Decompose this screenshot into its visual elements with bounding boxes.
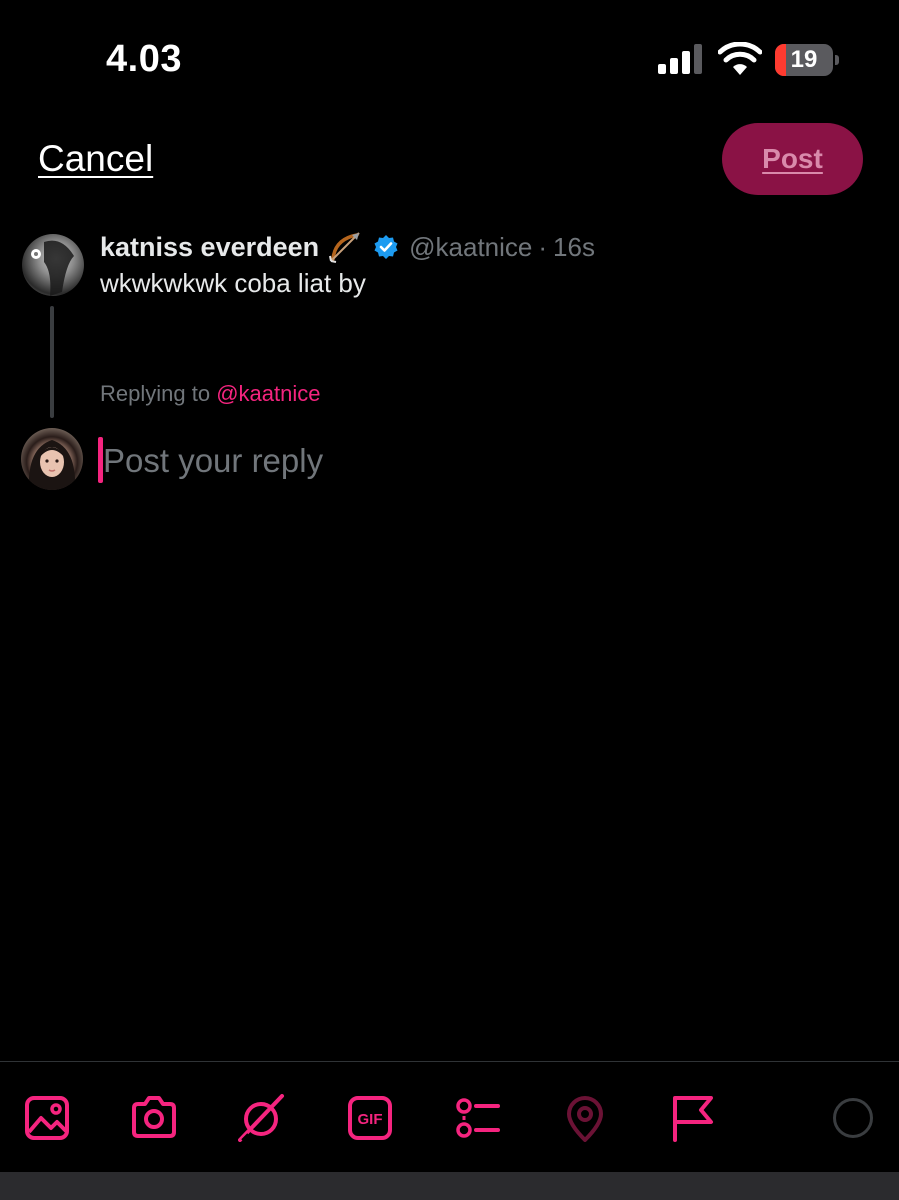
grok-icon[interactable] <box>238 1094 286 1142</box>
verified-badge-icon <box>374 235 398 259</box>
author-avatar[interactable] <box>22 234 84 296</box>
status-time: 4.03 <box>106 38 182 80</box>
composer-toolbar: GIF <box>0 1061 899 1173</box>
replying-to-label: Replying to <box>100 381 211 406</box>
avatar-photo <box>31 240 74 296</box>
location-icon <box>567 1096 603 1142</box>
post-timestamp: 16s <box>553 231 595 262</box>
cellular-signal-icon <box>658 44 702 74</box>
separator-dot: · <box>538 231 548 262</box>
replying-to-handle[interactable]: @kaatnice <box>216 381 320 406</box>
avatar-photo <box>28 440 76 490</box>
thread-line <box>50 306 54 418</box>
post-header: katniss everdeen @kaatnice · 16s <box>100 228 595 266</box>
flag-icon[interactable] <box>669 1094 717 1142</box>
post-text: wkwkwkwk coba liat by <box>100 268 366 298</box>
reply-input[interactable] <box>103 436 803 486</box>
poll-icon[interactable] <box>454 1094 502 1142</box>
bow-and-arrow-icon <box>329 232 360 263</box>
home-indicator-area <box>0 1172 899 1200</box>
post-button[interactable]: Post <box>722 123 863 195</box>
author-handle[interactable]: @kaatnice <box>409 232 532 263</box>
character-counter <box>833 1098 873 1138</box>
battery-level: 19 <box>790 46 818 73</box>
gif-icon[interactable]: GIF <box>346 1094 394 1142</box>
image-icon[interactable] <box>23 1094 71 1142</box>
author-name[interactable]: katniss everdeen <box>100 232 319 263</box>
battery-icon: 19 <box>775 44 841 76</box>
gif-label: GIF <box>358 1111 383 1128</box>
wifi-icon <box>718 42 762 75</box>
cancel-button[interactable]: Cancel <box>38 138 153 180</box>
replying-to: Replying to @kaatnice <box>100 381 320 407</box>
user-avatar[interactable] <box>21 428 83 490</box>
camera-icon[interactable] <box>130 1094 178 1142</box>
